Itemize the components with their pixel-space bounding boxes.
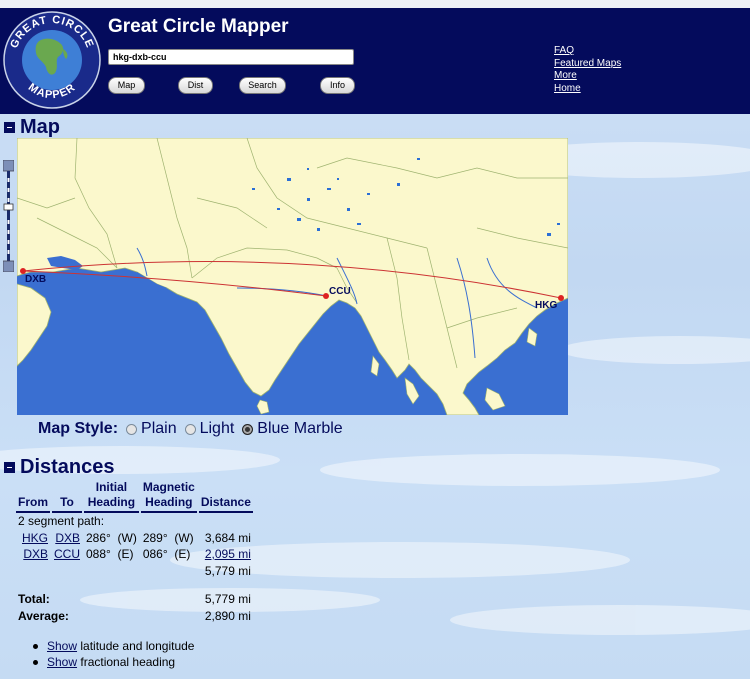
col-initial-heading: Initial Heading <box>84 480 139 513</box>
display-options: Show latitude and longitude Show fractio… <box>33 638 194 670</box>
airport-label-ccu: CCU <box>329 286 351 297</box>
distances-section-header: Distances <box>4 456 115 479</box>
to-airport-link[interactable]: DXB <box>55 531 80 545</box>
airport-label-dxb: DXB <box>25 274 46 285</box>
radio-selected-icon[interactable] <box>242 423 254 435</box>
from-airport-link[interactable]: DXB <box>23 547 48 561</box>
collapse-map-icon[interactable] <box>4 122 15 133</box>
map-style-selector: Map Style: Plain Light Blue Marble <box>38 420 351 438</box>
table-row: DXB CCU 088° (E) 086° (E) 2,095 mi <box>23 547 251 561</box>
globe-logo-icon[interactable]: GREAT CIRCLE MAPPER <box>3 11 101 109</box>
window-top-strip <box>0 0 750 8</box>
home-link[interactable]: Home <box>554 83 621 96</box>
segment-distance: 3,684 mi <box>204 530 251 545</box>
airport-label-hkg: HKG <box>535 300 557 311</box>
search-input[interactable] <box>108 49 354 65</box>
total-value: 5,779 mi <box>204 592 251 606</box>
list-item: Show fractional heading <box>33 654 194 670</box>
col-from: From <box>16 480 50 513</box>
map-style-blue-marble[interactable]: Blue Marble <box>242 420 343 438</box>
site-title: Great Circle Mapper <box>108 16 289 37</box>
distances-table: From To Initial Heading Magnetic Heading D… <box>14 480 255 624</box>
average-label: Average: <box>18 608 69 623</box>
show-lat-lon-link[interactable]: Show <box>47 639 77 653</box>
total-label: Total: <box>18 592 50 606</box>
faq-link[interactable]: FAQ <box>554 45 621 58</box>
zoom-handle-icon <box>3 203 14 211</box>
map-section-title: Map <box>20 116 60 138</box>
show-fractional-heading-link[interactable]: Show <box>47 655 77 669</box>
col-magnetic-heading: Magnetic Heading <box>140 480 197 513</box>
map-style-label: Map Style: <box>38 420 119 437</box>
col-distance: Distance <box>198 480 253 513</box>
zoom-in-icon <box>3 160 14 172</box>
collapse-distances-icon[interactable] <box>4 462 15 473</box>
list-item: Show latitude and longitude <box>33 638 194 654</box>
site-header: GREAT CIRCLE MAPPER Great Circle Mapper … <box>0 8 750 114</box>
segment-label: 2 segment path: <box>18 514 105 528</box>
average-value: 2,890 mi <box>204 608 251 623</box>
map-style-plain[interactable]: Plain <box>126 420 177 438</box>
to-airport-link[interactable]: CCU <box>54 547 80 561</box>
radio-icon[interactable] <box>184 423 196 435</box>
radio-icon[interactable] <box>126 423 138 435</box>
col-to: To <box>52 480 82 513</box>
dist-button[interactable]: Dist <box>178 77 213 94</box>
distances-section-title: Distances <box>20 456 115 478</box>
zoom-out-icon <box>3 260 14 272</box>
featured-maps-link[interactable]: Featured Maps <box>554 58 621 71</box>
table-row: HKG DXB 286° (W) 289° (W) 3,684 mi <box>21 530 251 545</box>
map-zoom-slider[interactable] <box>3 160 14 272</box>
map-style-light[interactable]: Light <box>184 420 234 438</box>
info-button[interactable]: Info <box>320 77 355 94</box>
map-section-header: Map <box>4 116 60 139</box>
more-link[interactable]: More <box>554 70 621 83</box>
from-airport-link[interactable]: HKG <box>22 531 48 545</box>
header-links: FAQ Featured Maps More Home <box>554 45 621 95</box>
map-button[interactable]: Map <box>108 77 145 94</box>
segment-distance-link[interactable]: 2,095 mi <box>205 547 251 561</box>
route-map[interactable]: DXB CCU HKG <box>17 138 568 415</box>
search-button[interactable]: Search <box>239 77 286 94</box>
path-total: 5,779 mi <box>204 563 251 578</box>
